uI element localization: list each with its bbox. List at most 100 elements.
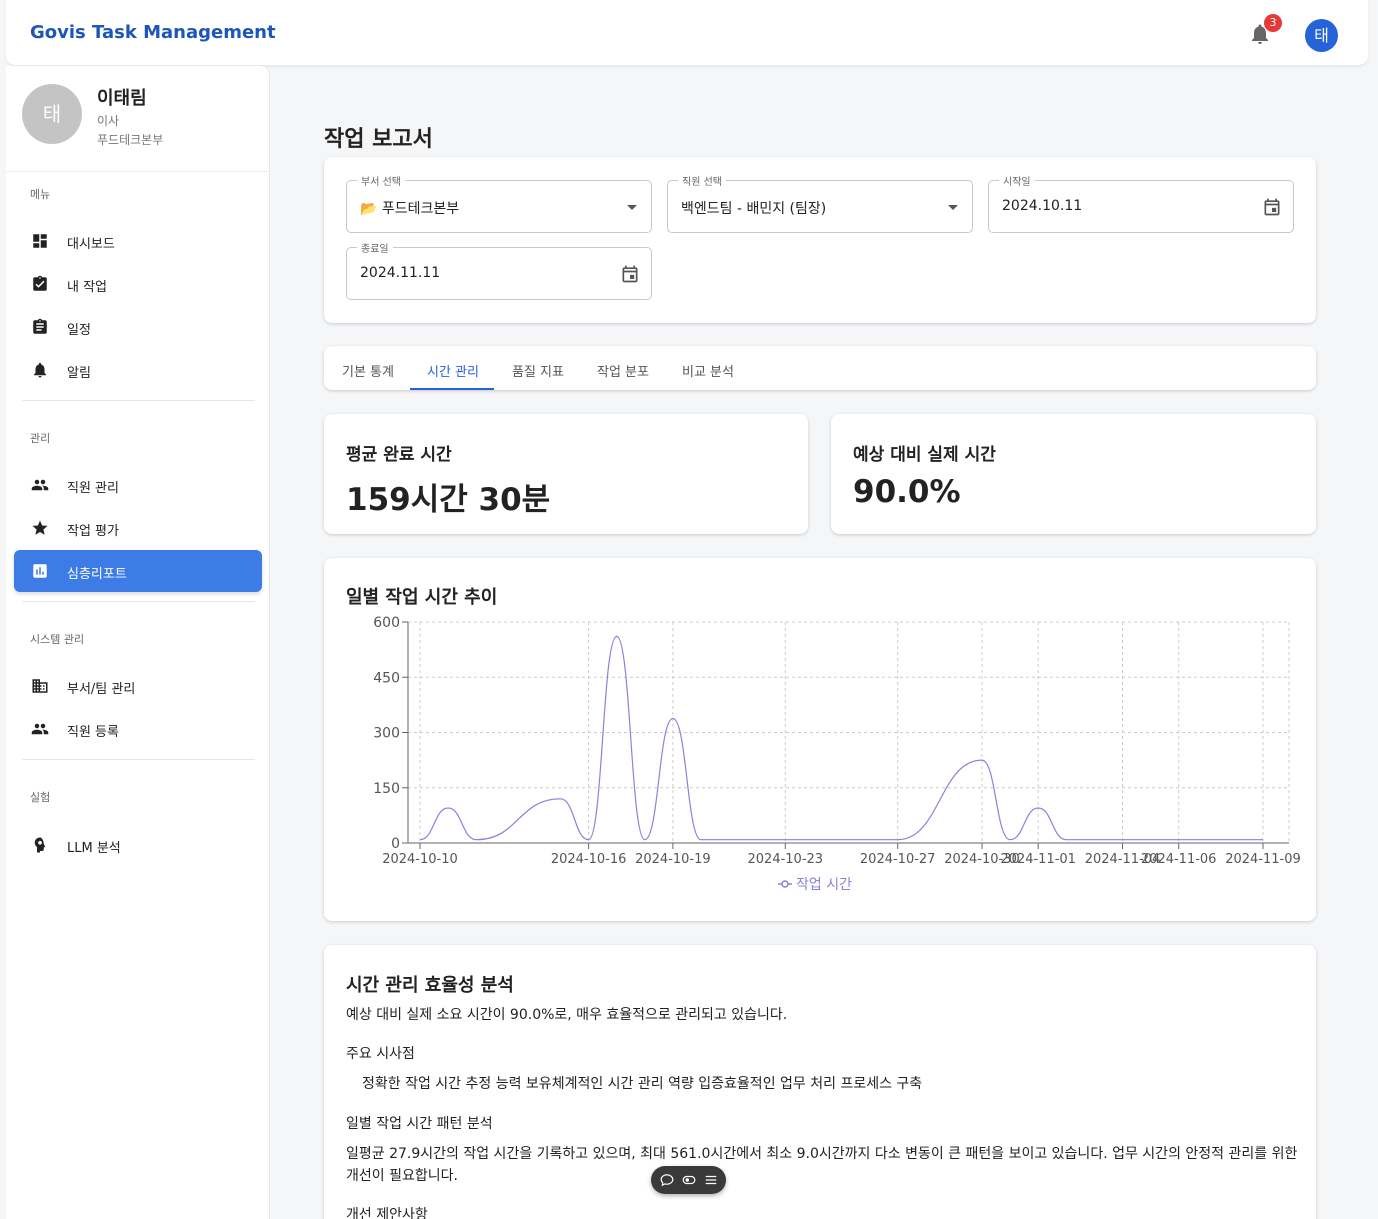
sidebar-item-llm-analysis[interactable]: LLM 분석 [14, 824, 262, 866]
sidebar-section-experimental: 실험 [30, 791, 51, 804]
start-date-label: 시작일 [999, 173, 1035, 188]
sidebar-item-label: LLM 분석 [67, 841, 121, 856]
floating-toolbar [651, 1166, 726, 1194]
sidebar-item-label: 대시보드 [67, 237, 115, 252]
profile-role: 이사 [97, 114, 120, 128]
star-icon [32, 520, 48, 535]
page-title: 작업 보고서 [324, 127, 433, 152]
improvement-heading: 개선 제안사항 [346, 1207, 428, 1219]
sidebar-item-label: 심층리포트 [67, 567, 127, 582]
user-avatar-button[interactable]: 태 [1305, 19, 1338, 52]
estimate-ratio-value: 90.0% [853, 474, 961, 510]
sidebar-item-label: 직원 관리 [67, 481, 119, 496]
bar-chart-icon [33, 564, 47, 578]
end-date-value: 2024.11.11 [360, 265, 441, 281]
toggle-icon[interactable] [682, 1173, 696, 1187]
sidebar-item-my-tasks[interactable]: 내 작업 [14, 263, 262, 305]
sidebar-item-deep-report[interactable]: 심층리포트 [14, 550, 262, 592]
insights-text: 정확한 작업 시간 추정 능력 보유체계적인 시간 관리 역량 입증효율적인 업… [362, 1076, 923, 1092]
end-date-label: 종료일 [357, 240, 393, 255]
sidebar-item-employee-management[interactable]: 직원 관리 [14, 464, 262, 506]
avg-completion-card: 평균 완료 시간 159시간 30분 [324, 414, 808, 534]
tab-basic-statistics[interactable]: 기본 통계 [342, 361, 394, 380]
sidebar-section-management: 관리 [30, 432, 51, 445]
analysis-summary: 예상 대비 실제 소요 시간이 90.0%로, 매우 효율적으로 관리되고 있습… [346, 1007, 788, 1023]
department-select[interactable]: 부서 선택 📂 푸드테크본부 [346, 173, 652, 233]
y-axis-tick-label: 450 [373, 670, 400, 686]
people-icon [31, 479, 49, 491]
y-axis-tick-label: 0 [391, 836, 400, 852]
sidebar-item-task-evaluation[interactable]: 작업 평가 [14, 507, 262, 549]
insights-heading: 주요 시사점 [346, 1046, 415, 1062]
series-line-work-time [419, 635, 1263, 841]
sidebar-section-system: 시스템 관리 [30, 633, 85, 646]
people-icon [31, 723, 49, 735]
pattern-text-line-1: 일평균 27.9시간의 작업 시간을 기록하고 있으며, 최대 561.0시간에… [346, 1146, 1298, 1162]
assignment-check-icon [33, 275, 47, 291]
profile-name: 이태림 [97, 88, 147, 109]
x-axis-tick-label: 2024-10-23 [748, 852, 824, 867]
x-axis-tick-label: 2024-10-10 [382, 852, 458, 867]
active-tab-indicator [410, 388, 494, 390]
start-date-value: 2024.10.11 [1002, 198, 1083, 214]
x-axis-tick-label: 2024-11-09 [1225, 852, 1301, 867]
x-axis-tick-label: 2024-10-16 [551, 852, 627, 867]
sidebar-item-department-team-management[interactable]: 부서/팀 관리 [14, 665, 262, 707]
calendar-icon[interactable] [1262, 197, 1282, 217]
employee-select-label: 직원 선택 [678, 173, 726, 188]
app-title[interactable]: Govis Task Management [30, 22, 276, 43]
sidebar-item-label: 부서/팀 관리 [67, 682, 136, 697]
sidebar-item-employee-registration[interactable]: 직원 등록 [14, 708, 262, 750]
chevron-down-icon [627, 205, 637, 210]
legend-swatch-marker [781, 880, 789, 888]
sidebar-item-label: 내 작업 [67, 280, 108, 295]
end-date-field[interactable]: 종료일 2024.11.11 [346, 240, 652, 300]
top-app-bar: Govis Task Management 3 태 [6, 0, 1368, 66]
x-axis-tick-label: 2024-10-19 [635, 852, 711, 867]
start-date-field[interactable]: 시작일 2024.10.11 [988, 173, 1294, 233]
avg-completion-value: 159시간 30분 [346, 482, 551, 518]
clipboard-icon [33, 318, 47, 334]
sidebar-item-schedule[interactable]: 일정 [14, 306, 262, 348]
sidebar-divider [22, 759, 255, 760]
department-select-value: 📂 푸드테크본부 [360, 201, 460, 217]
estimate-ratio-label: 예상 대비 실제 시간 [853, 445, 996, 465]
x-axis-tick-label: 2024-11-06 [1141, 852, 1217, 867]
pattern-heading: 일별 작업 시간 패턴 분석 [346, 1116, 493, 1132]
chevron-down-icon [948, 205, 958, 210]
notification-count-badge: 3 [1264, 14, 1282, 32]
y-axis-tick-label: 150 [373, 781, 400, 797]
x-axis-tick-label: 2024-11-01 [1000, 852, 1076, 867]
comment-icon[interactable] [660, 1173, 674, 1187]
daily-work-time-chart-card: 일별 작업 시간 추이 0 150 300 450 600 2024-10-10 2024-… [324, 558, 1316, 921]
profile-avatar: 태 [22, 84, 82, 144]
department-select-label: 부서 선택 [357, 173, 405, 188]
brain-icon [34, 837, 46, 853]
sidebar-divider [22, 601, 255, 602]
employee-select-value: 백엔드팀 - 배민지 (팀장) [681, 201, 827, 217]
daily-work-time-chart: 0 150 300 450 600 2024-10-10 2024-10-16 2024-10… [373, 615, 1301, 893]
sidebar-item-label: 직원 등록 [67, 725, 119, 740]
pattern-text-line-2: 개선이 필요합니다. [346, 1168, 458, 1184]
building-icon [32, 679, 48, 693]
sidebar-item-label: 작업 평가 [67, 524, 119, 539]
sidebar-item-dashboard[interactable]: 대시보드 [14, 220, 262, 262]
calendar-icon[interactable] [620, 264, 640, 284]
tab-quality-metrics[interactable]: 품질 지표 [512, 361, 564, 380]
estimate-ratio-card: 예상 대비 실제 시간 90.0% [831, 414, 1316, 534]
time-efficiency-analysis-card: 시간 관리 효율성 분석 예상 대비 실제 소요 시간이 90.0%로, 매우 … [324, 945, 1316, 1219]
menu-icon[interactable] [704, 1173, 718, 1187]
sidebar-item-label: 알림 [67, 366, 91, 381]
filter-card: 부서 선택 📂 푸드테크본부 직원 선택 백엔드팀 - 배민지 (팀장) 시작일… [324, 157, 1316, 323]
x-axis-tick-label: 2024-10-27 [860, 852, 936, 867]
tab-task-distribution[interactable]: 작업 분포 [597, 361, 649, 380]
dashboard-icon [33, 234, 47, 248]
y-axis-tick-label: 600 [373, 615, 400, 631]
sidebar-item-notifications[interactable]: 알림 [14, 349, 262, 391]
employee-select[interactable]: 직원 선택 백엔드팀 - 배민지 (팀장) [667, 173, 973, 233]
user-profile: 태 이태림 이사 푸드테크본부 [6, 66, 270, 172]
tab-comparative-analysis[interactable]: 비교 분석 [682, 361, 734, 380]
profile-department: 푸드테크본부 [97, 133, 164, 147]
tab-time-management[interactable]: 시간 관리 [427, 361, 479, 380]
report-tabs: 기본 통계 시간 관리 품질 지표 작업 분포 비교 분석 [324, 346, 1316, 390]
